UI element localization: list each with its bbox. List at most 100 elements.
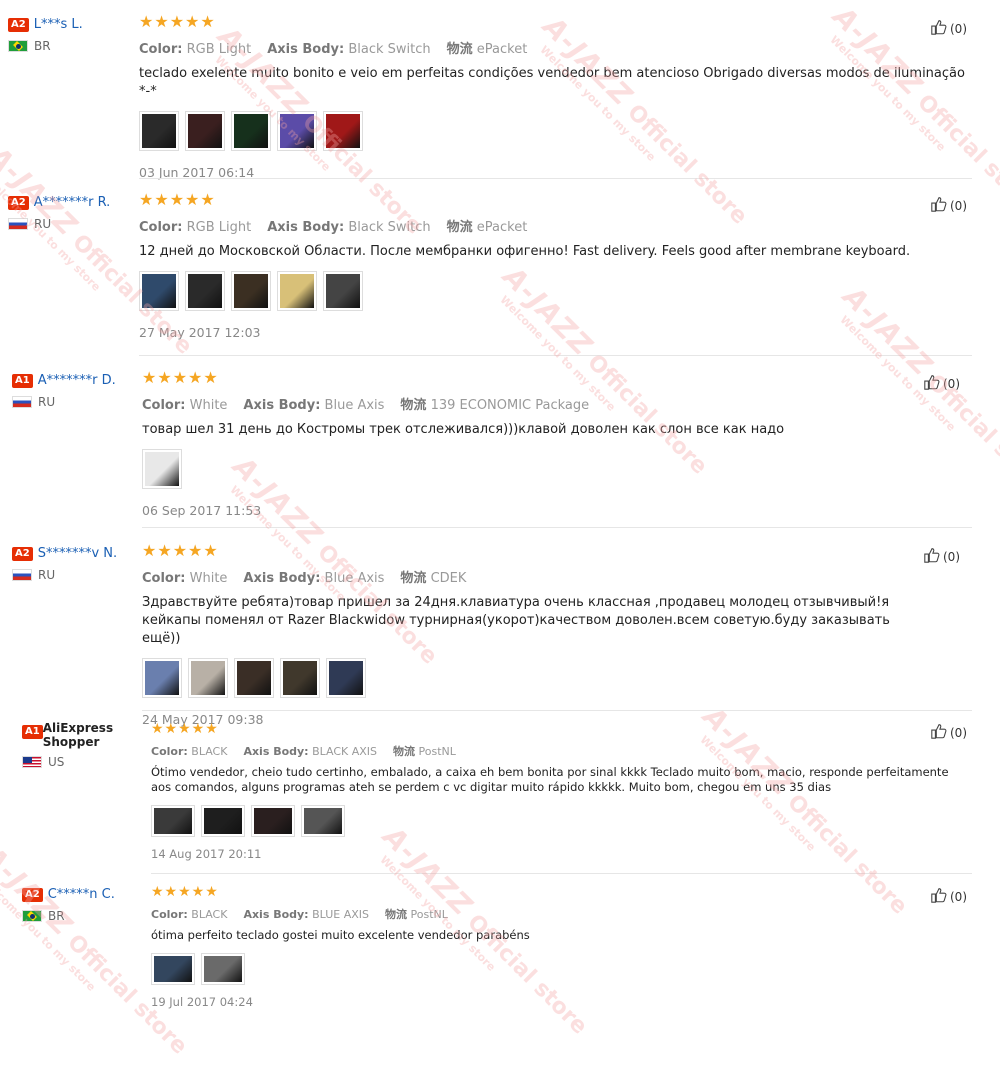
- country-code: RU: [34, 217, 52, 231]
- country-flag-icon: [8, 218, 28, 230]
- helpful-button[interactable]: (0): [930, 886, 967, 907]
- attribute-name: Color:: [139, 42, 183, 57]
- helpful-count: (0): [943, 549, 960, 564]
- keyboard-photo: [304, 808, 342, 834]
- review-photo-thumbnail[interactable]: [234, 658, 274, 698]
- review-photo-thumbnail[interactable]: [151, 805, 195, 837]
- attribute-name: 物流: [393, 745, 416, 758]
- country-flag-icon: [12, 396, 32, 408]
- buyer-level-badge: A2: [8, 195, 29, 210]
- review-photo-thumbnail[interactable]: [280, 658, 320, 698]
- helpful-button[interactable]: (0): [930, 18, 967, 39]
- helpful-count: (0): [950, 889, 967, 904]
- review-photo-thumbnail[interactable]: [251, 805, 295, 837]
- attribute-value: Blue Axis: [324, 398, 385, 413]
- reviewer-info: A2 C*****n C. BR: [22, 884, 115, 923]
- review-photo-thumbnail[interactable]: [139, 111, 179, 151]
- thumbs-up-icon[interactable]: [930, 722, 950, 743]
- review-photo-thumbnail[interactable]: [326, 658, 366, 698]
- order-attributes: Color: BLACK Axis Body: BLACK AXIS 物流 Post…: [151, 743, 961, 759]
- review-photo-thumbnail[interactable]: [231, 111, 271, 151]
- keyboard-photo: [145, 452, 179, 486]
- review-photo-thumbnail[interactable]: [231, 271, 271, 311]
- thumbs-up-icon[interactable]: [930, 195, 950, 216]
- review-photos: [142, 658, 932, 698]
- attribute-value: PostNL: [410, 908, 448, 921]
- country-code: BR: [48, 909, 65, 923]
- review-content: ★★★★★ Color: White Axis Body: Blue Axis 物流 …: [142, 370, 932, 518]
- thumbs-up-icon[interactable]: [923, 546, 943, 567]
- reviewer-country: BR: [8, 39, 83, 53]
- thumbs-up-icon[interactable]: [930, 18, 950, 39]
- review-content: ★★★★★ Color: White Axis Body: Blue Axis 物流 …: [142, 543, 932, 727]
- attribute-value: 139 ECONOMIC Package: [430, 398, 590, 413]
- reviewer-country: BR: [22, 909, 115, 923]
- country-flag-icon: [22, 756, 42, 768]
- keyboard-photo: [283, 661, 317, 695]
- reviewer-info: A2 S*******v N. RU: [12, 543, 117, 582]
- reviewer-name[interactable]: A*******r D.: [38, 373, 116, 388]
- review-photo-thumbnail[interactable]: [142, 658, 182, 698]
- keyboard-photo: [204, 956, 242, 982]
- review-photo-thumbnail[interactable]: [277, 271, 317, 311]
- star-rating: ★★★★★: [142, 368, 219, 387]
- review-photos: [139, 271, 969, 311]
- review-photo-thumbnail[interactable]: [323, 111, 363, 151]
- keyboard-photo: [204, 808, 242, 834]
- review-photo-thumbnail[interactable]: [185, 111, 225, 151]
- star-rating: ★★★★★: [142, 541, 219, 560]
- review-photo-thumbnail[interactable]: [201, 805, 245, 837]
- order-attributes: Color: White Axis Body: Blue Axis 物流 CDEK: [142, 567, 932, 586]
- keyboard-photo: [326, 114, 360, 148]
- review-photo-thumbnail[interactable]: [201, 953, 245, 985]
- thumbs-up-icon[interactable]: [923, 373, 943, 394]
- review-photo-thumbnail[interactable]: [188, 658, 228, 698]
- star-rating: ★★★★★: [139, 12, 216, 31]
- attribute-value: White: [189, 398, 228, 413]
- thumbs-up-icon[interactable]: [930, 886, 950, 907]
- helpful-button[interactable]: (0): [923, 546, 960, 567]
- reviewer-country: RU: [12, 395, 116, 409]
- review-date: 06 Sep 2017 11:53: [142, 503, 262, 518]
- reviewer-name[interactable]: AliExpress Shopper: [43, 721, 138, 749]
- buyer-level-badge: A2: [12, 546, 33, 561]
- review-photo-thumbnail[interactable]: [185, 271, 225, 311]
- reviewer-name[interactable]: A*******r R.: [34, 195, 111, 210]
- review-photo-thumbnail[interactable]: [142, 449, 182, 489]
- reviewer-info: A1 A*******r D. RU: [12, 370, 116, 409]
- attribute-value: BLUE AXIS: [312, 908, 369, 921]
- reviewer-name[interactable]: C*****n C.: [48, 887, 115, 902]
- review-divider: [151, 873, 972, 874]
- reviewer-country: RU: [8, 217, 110, 231]
- reviewer-country: RU: [12, 568, 117, 582]
- country-flag-icon: [8, 40, 28, 52]
- helpful-button[interactable]: (0): [930, 722, 967, 743]
- keyboard-photo: [188, 274, 222, 308]
- helpful-count: (0): [950, 725, 967, 740]
- review-photo-thumbnail[interactable]: [277, 111, 317, 151]
- reviewer-name[interactable]: S*******v N.: [38, 546, 117, 561]
- attribute-name: Axis Body:: [243, 398, 321, 413]
- review-date: 27 May 2017 12:03: [139, 325, 261, 340]
- keyboard-photo: [280, 274, 314, 308]
- keyboard-photo: [145, 661, 179, 695]
- review-divider: [139, 178, 972, 179]
- helpful-button[interactable]: (0): [923, 373, 960, 394]
- keyboard-photo: [254, 808, 292, 834]
- attribute-name: Axis Body:: [267, 42, 345, 57]
- review-photo-thumbnail[interactable]: [301, 805, 345, 837]
- review-content: ★★★★★ Color: BLACK Axis Body: BLUE AXIS 物流 …: [151, 884, 961, 1009]
- review-content: ★★★★★ Color: RGB Light Axis Body: Black Sw…: [139, 14, 969, 180]
- keyboard-photo: [234, 114, 268, 148]
- review-divider: [142, 710, 972, 711]
- attribute-name: 物流: [446, 42, 473, 57]
- review-photo-thumbnail[interactable]: [323, 271, 363, 311]
- helpful-button[interactable]: (0): [930, 195, 967, 216]
- review-photo-thumbnail[interactable]: [139, 271, 179, 311]
- reviewer-name[interactable]: L***s L.: [34, 17, 83, 32]
- keyboard-photo: [142, 114, 176, 148]
- attribute-value: RGB Light: [186, 220, 252, 235]
- buyer-level-badge: A1: [12, 373, 33, 388]
- keyboard-photo: [237, 661, 271, 695]
- review-photo-thumbnail[interactable]: [151, 953, 195, 985]
